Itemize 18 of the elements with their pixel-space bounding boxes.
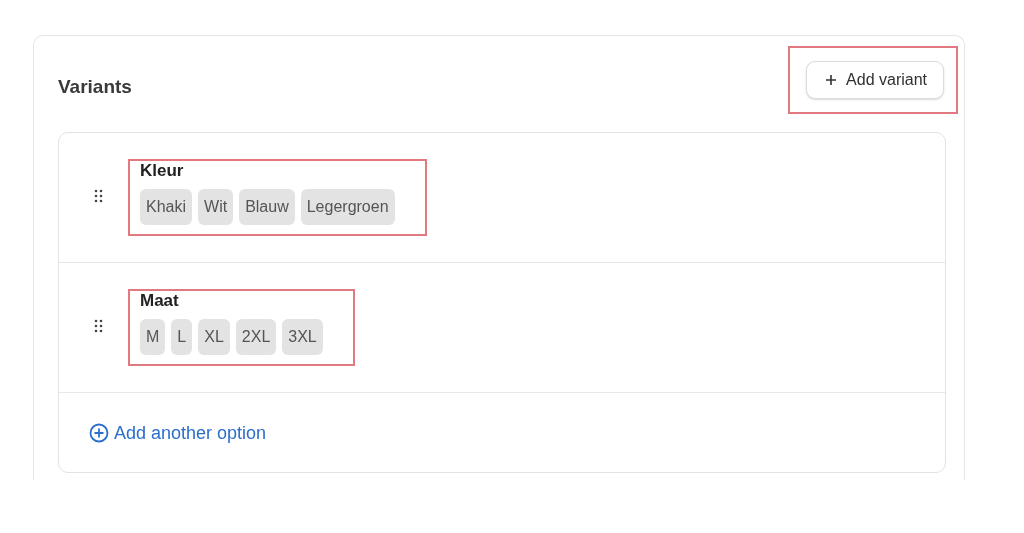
value-tag: Legergroen [300,189,395,225]
value-tag: Khaki [140,189,193,225]
add-option-link[interactable]: Add another option [89,422,267,444]
add-variant-button[interactable]: Add variant [806,61,944,99]
plus-icon [825,74,838,86]
plus-circle-icon [89,423,109,443]
option-name: Kleur [140,161,185,181]
drag-handle-icon[interactable] [94,318,103,333]
value-tag: 3XL [282,319,323,355]
value-tag: M [140,319,166,355]
drag-handle-icon[interactable] [94,188,103,203]
card-title: Variants [58,76,132,98]
value-tag: 2XL [235,319,277,355]
value-tag: L [171,319,193,355]
value-tag: Blauw [239,189,295,225]
option-name: Maat [140,291,180,311]
value-tag: XL [198,319,230,355]
value-tag: Wit [198,189,234,225]
